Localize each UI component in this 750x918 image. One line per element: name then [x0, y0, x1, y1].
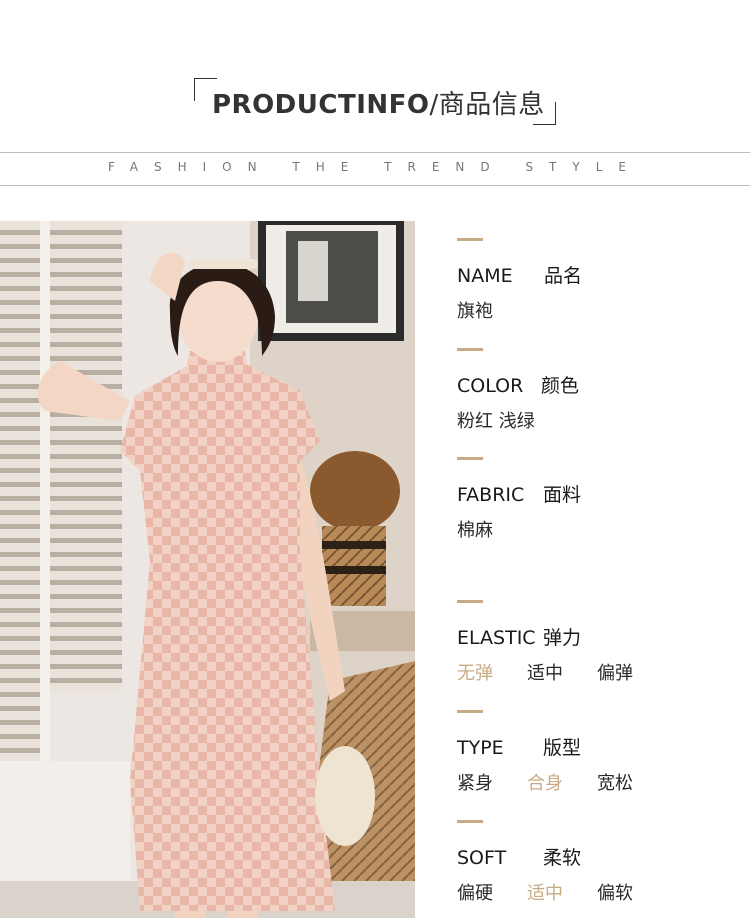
option-item: 适中	[527, 663, 563, 684]
spec-label-en: SOFT	[457, 847, 507, 869]
spec-color: COLOR 颜色 粉红 浅绿	[457, 348, 737, 432]
spec-label-en: ELASTIC	[457, 627, 536, 649]
product-photo	[0, 221, 415, 918]
spec-label: SOFT 柔软	[457, 843, 737, 869]
spec-value: 粉红 浅绿	[457, 411, 535, 432]
page-title: PRODUCTINFO/商品信息	[212, 84, 545, 121]
accent-bar	[457, 710, 483, 713]
spec-fabric: FABRIC 面料 棉麻	[457, 457, 737, 541]
spec-value: 棉麻	[457, 520, 493, 541]
spec-label-en: TYPE	[457, 737, 504, 759]
option-item: 偏软	[597, 883, 633, 904]
slogan-text: FASHION THE TREND STYLE	[107, 160, 642, 174]
spec-label: NAME 品名	[457, 261, 737, 287]
accent-bar	[457, 238, 483, 241]
accent-bar	[457, 457, 483, 460]
spec-label: FABRIC 面料	[457, 480, 737, 506]
spec-type: TYPE 版型 紧身 合身 宽松	[457, 710, 737, 794]
spec-label: ELASTIC 弹力	[457, 623, 737, 649]
spec-label: TYPE 版型	[457, 733, 737, 759]
spec-options: 无弹 适中 偏弹	[457, 659, 737, 684]
spec-label-en: NAME	[457, 265, 513, 287]
spec-name: NAME 品名 旗袍	[457, 238, 737, 322]
title-chinese: 商品信息	[438, 90, 545, 120]
option-item: 适中	[527, 883, 563, 904]
title-corner-bottom-right	[533, 102, 556, 125]
spec-label-en: COLOR	[457, 375, 524, 397]
model-in-qipao-image	[0, 221, 415, 918]
spec-soft: SOFT 柔软 偏硬 适中 偏软	[457, 820, 737, 904]
spec-label-en: FABRIC	[457, 484, 525, 506]
title-english: PRODUCTINFO	[212, 90, 430, 120]
product-info-header: PRODUCTINFO/商品信息	[0, 0, 750, 150]
spec-label-cn: 品名	[544, 265, 583, 287]
spec-label-cn: 版型	[543, 737, 582, 759]
option-item: 偏弹	[597, 663, 633, 684]
accent-bar	[457, 820, 483, 823]
accent-bar	[457, 348, 483, 351]
option-item: 宽松	[597, 773, 633, 794]
spec-label-cn: 柔软	[543, 847, 582, 869]
option-item: 紧身	[457, 773, 493, 794]
spec-options: 紧身 合身 宽松	[457, 769, 737, 794]
spec-value: 旗袍	[457, 301, 493, 322]
spec-label-cn: 颜色	[541, 375, 580, 397]
option-item: 偏硬	[457, 883, 493, 904]
spec-label-cn: 弹力	[543, 627, 582, 649]
option-item: 合身	[527, 773, 563, 794]
spec-options: 偏硬 适中 偏软	[457, 879, 737, 904]
spec-label: COLOR 颜色	[457, 371, 737, 397]
option-item: 无弹	[457, 663, 493, 684]
accent-bar	[457, 600, 483, 603]
title-separator: /	[429, 90, 439, 120]
spec-elastic: ELASTIC 弹力 无弹 适中 偏弹	[457, 600, 737, 684]
spec-label-cn: 面料	[543, 484, 582, 506]
